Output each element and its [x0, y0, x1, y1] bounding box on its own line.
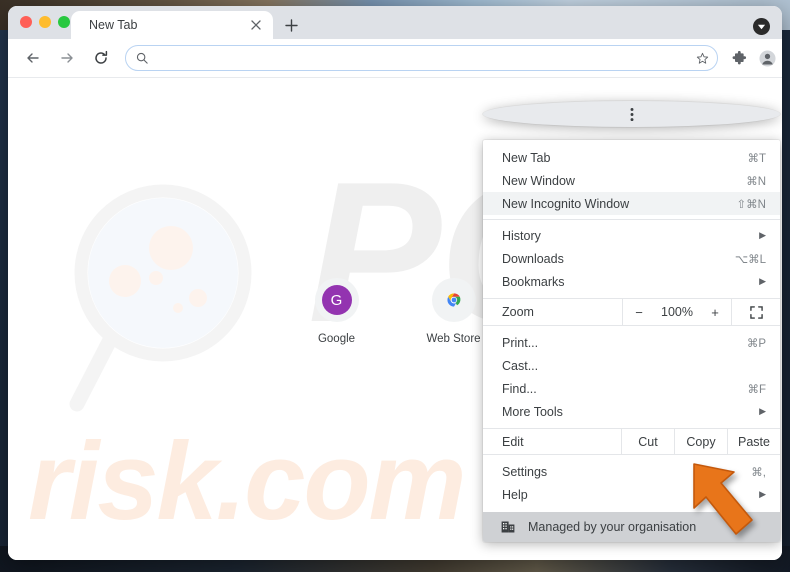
menu-item-label: Print... [502, 335, 539, 350]
menu-item-label: New Incognito Window [502, 196, 630, 211]
bookmark-star-icon[interactable] [696, 52, 709, 65]
orange-arrow-pointer [693, 463, 753, 535]
menu-item-label: History [502, 228, 541, 243]
menu-zoom-row: Zoom − 100% + [483, 298, 780, 326]
paste-button[interactable]: Paste [727, 429, 780, 454]
menu-item-print[interactable]: Print... ⌘P [483, 331, 780, 354]
zoom-out-button[interactable]: − [629, 305, 649, 320]
menu-separator [483, 219, 780, 220]
puzzle-piece-icon[interactable] [726, 45, 752, 71]
menu-item-accel: ⌘N [746, 175, 766, 188]
organisation-building-icon [501, 520, 515, 534]
shortcut-icon-wrap: G [314, 278, 359, 322]
menu-item-find[interactable]: Find... ⌘F [483, 377, 780, 400]
new-tab-button[interactable] [280, 14, 302, 36]
reload-icon[interactable] [87, 44, 115, 72]
search-icon [136, 52, 148, 64]
chrome-webstore-icon [446, 293, 460, 307]
profile-avatar-icon[interactable] [754, 45, 780, 71]
new-tab-page: PC risk.com G Google Web Store New Tab ⌘… [8, 78, 782, 560]
browser-tab[interactable]: New Tab [71, 11, 273, 39]
menu-item-label: New Tab [502, 150, 551, 165]
submenu-arrow-icon: ▶ [759, 276, 766, 286]
tab-strip: New Tab [8, 6, 782, 39]
zoom-controls: − 100% + [622, 299, 731, 325]
google-g-icon: G [321, 285, 352, 315]
shortcut-web-store[interactable]: Web Store [418, 278, 490, 345]
zoom-value: 100% [661, 305, 693, 319]
shortcut-google[interactable]: G Google [301, 278, 373, 345]
window-traffic-lights [20, 16, 70, 28]
maximize-window-button[interactable] [58, 16, 70, 28]
menu-item-new-incognito-window[interactable]: New Incognito Window ⇧⌘N [483, 192, 780, 215]
menu-item-label: More Tools [502, 404, 563, 419]
back-arrow-icon[interactable] [19, 44, 47, 72]
menu-item-new-window[interactable]: New Window ⌘N [483, 169, 780, 192]
shortcut-label: Google [317, 333, 356, 345]
edit-label: Edit [502, 434, 524, 449]
close-window-button[interactable] [20, 16, 32, 28]
menu-item-accel: ⌘P [746, 337, 766, 350]
menu-item-label: Cast... [502, 358, 539, 373]
menu-edit-row: Edit Cut Copy Paste [483, 428, 780, 455]
minimize-window-button[interactable] [39, 16, 51, 28]
menu-item-history[interactable]: History ▶ [483, 224, 780, 247]
menu-item-label: Find... [502, 381, 537, 396]
shortcut-icon-wrap [431, 278, 476, 322]
close-icon[interactable] [247, 16, 265, 34]
browser-toolbar [8, 39, 782, 127]
three-dot-menu-icon[interactable] [483, 101, 780, 127]
menu-item-downloads[interactable]: Downloads ⌥⌘L [483, 247, 780, 270]
cut-button[interactable]: Cut [621, 429, 674, 454]
menu-item-accel: ⇧⌘N [736, 198, 766, 211]
menu-item-accel: ⌘T [747, 152, 766, 165]
menu-item-accel: ⌘F [747, 383, 766, 396]
address-bar[interactable] [125, 45, 718, 71]
menu-item-label: Downloads [502, 251, 564, 266]
menu-item-more-tools[interactable]: More Tools ▶ [483, 400, 780, 423]
shortcut-label: Web Store [426, 333, 481, 345]
managed-label: Managed by your organisation [528, 520, 697, 534]
menu-item-new-tab[interactable]: New Tab ⌘T [483, 146, 780, 169]
menu-item-bookmarks[interactable]: Bookmarks ▶ [483, 270, 780, 293]
zoom-label: Zoom [502, 305, 534, 319]
submenu-arrow-icon: ▶ [759, 406, 766, 416]
browser-window: New Tab PC risk.com G Google Web Store N… [8, 6, 782, 560]
watermark-risk: risk.com [28, 420, 466, 543]
address-input[interactable] [148, 50, 696, 66]
menu-item-label: Bookmarks [502, 274, 565, 289]
submenu-arrow-icon: ▶ [759, 230, 766, 240]
copy-button[interactable]: Copy [674, 429, 727, 454]
download-badge-icon[interactable] [753, 18, 770, 35]
menu-item-cast[interactable]: Cast... [483, 354, 780, 377]
menu-item-accel: ⌥⌘L [734, 253, 766, 266]
menu-item-label: New Window [502, 173, 575, 188]
zoom-in-button[interactable]: + [705, 305, 725, 320]
forward-arrow-icon[interactable] [53, 44, 81, 72]
tab-title: New Tab [89, 18, 138, 32]
fullscreen-icon[interactable] [731, 299, 780, 325]
